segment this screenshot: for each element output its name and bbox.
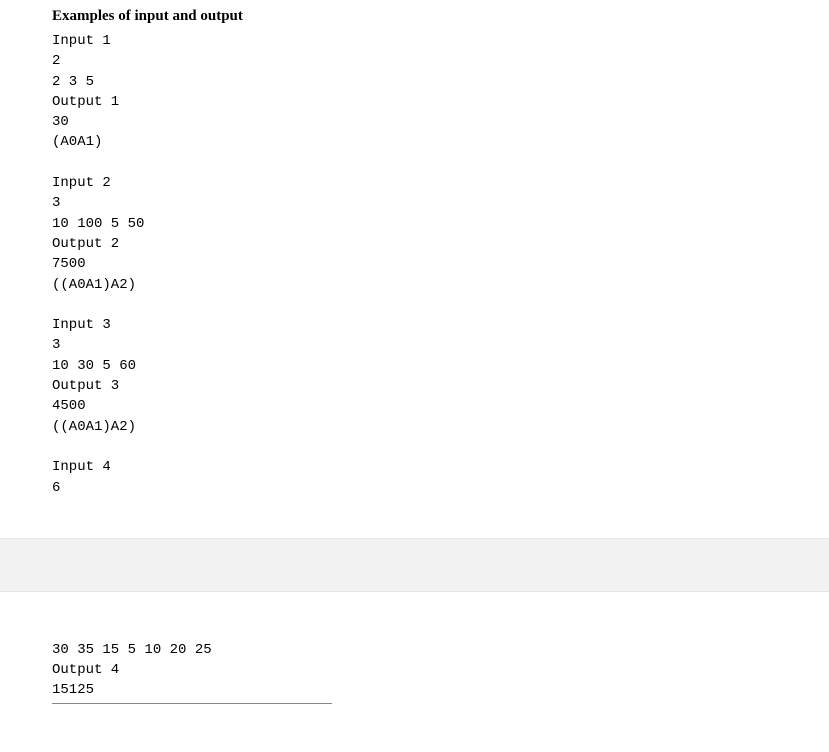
output-line: (A0A1) [52, 134, 102, 150]
example-block-1: Input 1 2 2 3 5 Output 1 30 (A0A1) Input… [52, 31, 829, 498]
input-line: 2 3 5 [52, 74, 94, 90]
page-top-section: Examples of input and output Input 1 2 2… [0, 0, 829, 498]
output-label: Output 2 [52, 236, 119, 252]
input-line: 6 [52, 480, 60, 496]
input-line: 30 35 15 5 10 20 25 [52, 642, 212, 658]
input-label: Input 4 [52, 459, 111, 475]
output-line: 4500 [52, 398, 86, 414]
output-line: ((A0A1)A2) [52, 419, 136, 435]
output-label: Output 3 [52, 378, 119, 394]
input-line: 10 30 5 60 [52, 358, 136, 374]
input-label: Input 2 [52, 175, 111, 191]
input-line: 10 100 5 50 [52, 216, 144, 232]
input-label: Input 1 [52, 33, 111, 49]
output-label: Output 4 [52, 662, 119, 678]
input-label: Input 3 [52, 317, 111, 333]
input-line: 3 [52, 195, 60, 211]
output-line: 15125 [52, 682, 94, 698]
output-label: Output 1 [52, 94, 119, 110]
page-bottom-section: 30 35 15 5 10 20 25 Output 4 15125 [0, 592, 829, 704]
output-line: 7500 [52, 256, 86, 272]
horizontal-rule [52, 703, 332, 704]
input-line: 3 [52, 337, 60, 353]
output-line: ((A0A1)A2) [52, 277, 136, 293]
output-line: 30 [52, 114, 69, 130]
input-line: 2 [52, 53, 60, 69]
example-block-4-continued: 30 35 15 5 10 20 25 Output 4 15125 [52, 640, 829, 701]
section-heading: Examples of input and output [52, 8, 829, 25]
page-break-band [0, 538, 829, 592]
